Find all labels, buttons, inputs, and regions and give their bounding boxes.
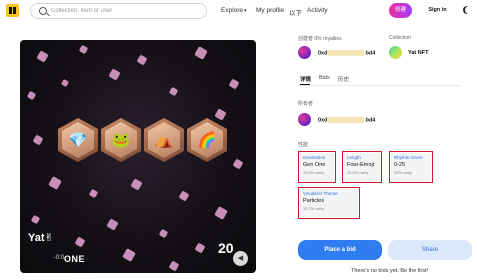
creator-addr-start: 0xd bbox=[318, 50, 328, 57]
trait-card: Generation Gen One 42.5% rarity bbox=[300, 153, 334, 181]
trait-generation[interactable]: Generation Gen One 42.5% rarity bbox=[298, 151, 336, 183]
owner-label: 所有者 bbox=[298, 101, 314, 107]
owner-address[interactable]: 0xd bd4 bbox=[318, 117, 375, 123]
particle bbox=[30, 214, 41, 225]
particle bbox=[178, 190, 190, 202]
trait-rhythm-score[interactable]: Rhythm Score 0-25 32% rarity bbox=[389, 151, 433, 183]
rainbow-icon: 🌈 bbox=[191, 122, 223, 158]
tab-history[interactable]: 历史 bbox=[338, 75, 349, 83]
particle bbox=[108, 68, 121, 81]
moon-icon[interactable] bbox=[465, 6, 473, 14]
tab-bids[interactable]: Bids bbox=[319, 75, 330, 81]
creator-avatar[interactable] bbox=[298, 46, 311, 59]
particle bbox=[158, 228, 169, 239]
no-bids-message: There's no bids yet. Be the first! bbox=[351, 268, 429, 274]
tab-details[interactable]: 详情 bbox=[300, 75, 311, 83]
yat-logo: Yat✌ bbox=[28, 232, 54, 244]
emoji-badge: 🐸 bbox=[101, 118, 141, 162]
particle bbox=[214, 206, 228, 220]
nav-explore[interactable]: Explore▾ bbox=[221, 7, 247, 14]
emoji-badge: 💎 bbox=[58, 118, 98, 162]
properties-label: 性能 bbox=[298, 142, 309, 148]
collection-avatar[interactable] bbox=[389, 46, 402, 59]
emoji-badge: 🌈 bbox=[187, 118, 227, 162]
search-icon bbox=[39, 7, 47, 15]
particle bbox=[232, 158, 244, 170]
trait-name: Rhythm Score bbox=[394, 155, 423, 160]
mini-controls[interactable]: -0:0 bbox=[54, 255, 64, 261]
particle bbox=[36, 50, 49, 63]
particle bbox=[130, 178, 143, 191]
share-button[interactable]: Share bbox=[388, 240, 472, 260]
art-number: 20 bbox=[218, 240, 234, 256]
chevron-down-icon: ▾ bbox=[244, 8, 247, 14]
particle bbox=[32, 134, 44, 146]
tent-icon: ⛺ bbox=[148, 122, 180, 158]
create-button[interactable]: 创建 bbox=[389, 3, 412, 18]
trait-value: 0-25 bbox=[394, 162, 406, 168]
particle bbox=[168, 260, 180, 272]
rarible-logo-icon[interactable] bbox=[6, 4, 19, 17]
place-bid-button[interactable]: Place a bid bbox=[298, 240, 382, 260]
frog-icon: 🐸 bbox=[105, 122, 137, 158]
particle bbox=[194, 242, 206, 254]
particle bbox=[106, 218, 119, 231]
creator-addr-end: bd4 bbox=[365, 50, 376, 57]
redacted-block bbox=[328, 117, 365, 123]
search-bar[interactable] bbox=[30, 3, 207, 19]
search-input[interactable] bbox=[51, 5, 201, 17]
trait-rarity: 42.5% rarity bbox=[303, 170, 325, 175]
nav-language[interactable]: 以下 bbox=[289, 7, 302, 17]
trait-card: Rhythm Score 0-25 32% rarity bbox=[391, 153, 431, 181]
nav-activity[interactable]: Activity bbox=[307, 7, 328, 14]
trait-rarity: 32% rarity bbox=[394, 170, 413, 175]
trait-name: Visualizer Theme bbox=[303, 191, 338, 196]
trait-rarity: 35.7% rarity bbox=[303, 206, 325, 211]
particle bbox=[168, 86, 179, 97]
particle bbox=[136, 54, 148, 66]
speaker-icon: ◀ bbox=[237, 255, 244, 262]
owner-addr-start: 0xd bbox=[318, 117, 328, 124]
trait-rarity: 26.6% rarity bbox=[347, 170, 369, 175]
collection-label: Collection bbox=[389, 35, 411, 41]
generation-one-text: ONE bbox=[64, 254, 86, 264]
trait-value: Four-Emoji bbox=[347, 162, 374, 168]
particle bbox=[88, 188, 99, 199]
nft-artwork[interactable]: 💎 🐸 ⛺ 🌈 Yat✌ -0:0 ONE 20 ◀ bbox=[20, 40, 256, 273]
particle bbox=[74, 236, 86, 248]
nav-explore-label: Explore bbox=[221, 7, 244, 14]
owner-avatar[interactable] bbox=[298, 113, 311, 126]
trait-name: Generation bbox=[303, 155, 326, 160]
trait-card: Length Four-Emoji 26.6% rarity bbox=[344, 153, 380, 181]
creator-address[interactable]: 0xd bd4 bbox=[318, 50, 375, 56]
emoji-badges: 💎 🐸 ⛺ 🌈 bbox=[58, 118, 228, 162]
trait-visualizer-theme[interactable]: Visualizer Theme Particles 35.7% rarity bbox=[298, 187, 360, 219]
trait-value: Particles bbox=[303, 198, 325, 204]
particle bbox=[122, 248, 136, 262]
tabs-divider bbox=[298, 85, 460, 86]
top-navbar: Explore▾ My profile 以下 Activity 创建 Sign … bbox=[0, 0, 477, 24]
particle bbox=[60, 78, 70, 88]
particle bbox=[26, 90, 37, 101]
trait-length[interactable]: Length Four-Emoji 26.6% rarity bbox=[342, 151, 382, 183]
emoji-badge: ⛺ bbox=[144, 118, 184, 162]
trait-card: Visualizer Theme Particles 35.7% rarity bbox=[300, 189, 358, 217]
particle bbox=[194, 46, 208, 60]
sign-in-button[interactable]: Sign in bbox=[423, 3, 452, 18]
redacted-block bbox=[328, 50, 365, 56]
yat-brand-text: Yat bbox=[28, 232, 45, 244]
particle bbox=[228, 78, 240, 90]
creator-label: 创建者 0% royalties bbox=[298, 36, 342, 42]
trait-name: Length bbox=[347, 155, 361, 160]
particle bbox=[78, 44, 89, 55]
trait-value: Gen One bbox=[303, 162, 326, 168]
audio-toggle-button[interactable]: ◀ bbox=[233, 251, 248, 266]
owner-addr-end: bd4 bbox=[365, 117, 376, 124]
nav-my-profile[interactable]: My profile bbox=[256, 7, 284, 14]
diamond-icon: 💎 bbox=[62, 122, 94, 158]
collection-name[interactable]: Yat NFT bbox=[408, 50, 428, 56]
particle bbox=[48, 176, 62, 190]
